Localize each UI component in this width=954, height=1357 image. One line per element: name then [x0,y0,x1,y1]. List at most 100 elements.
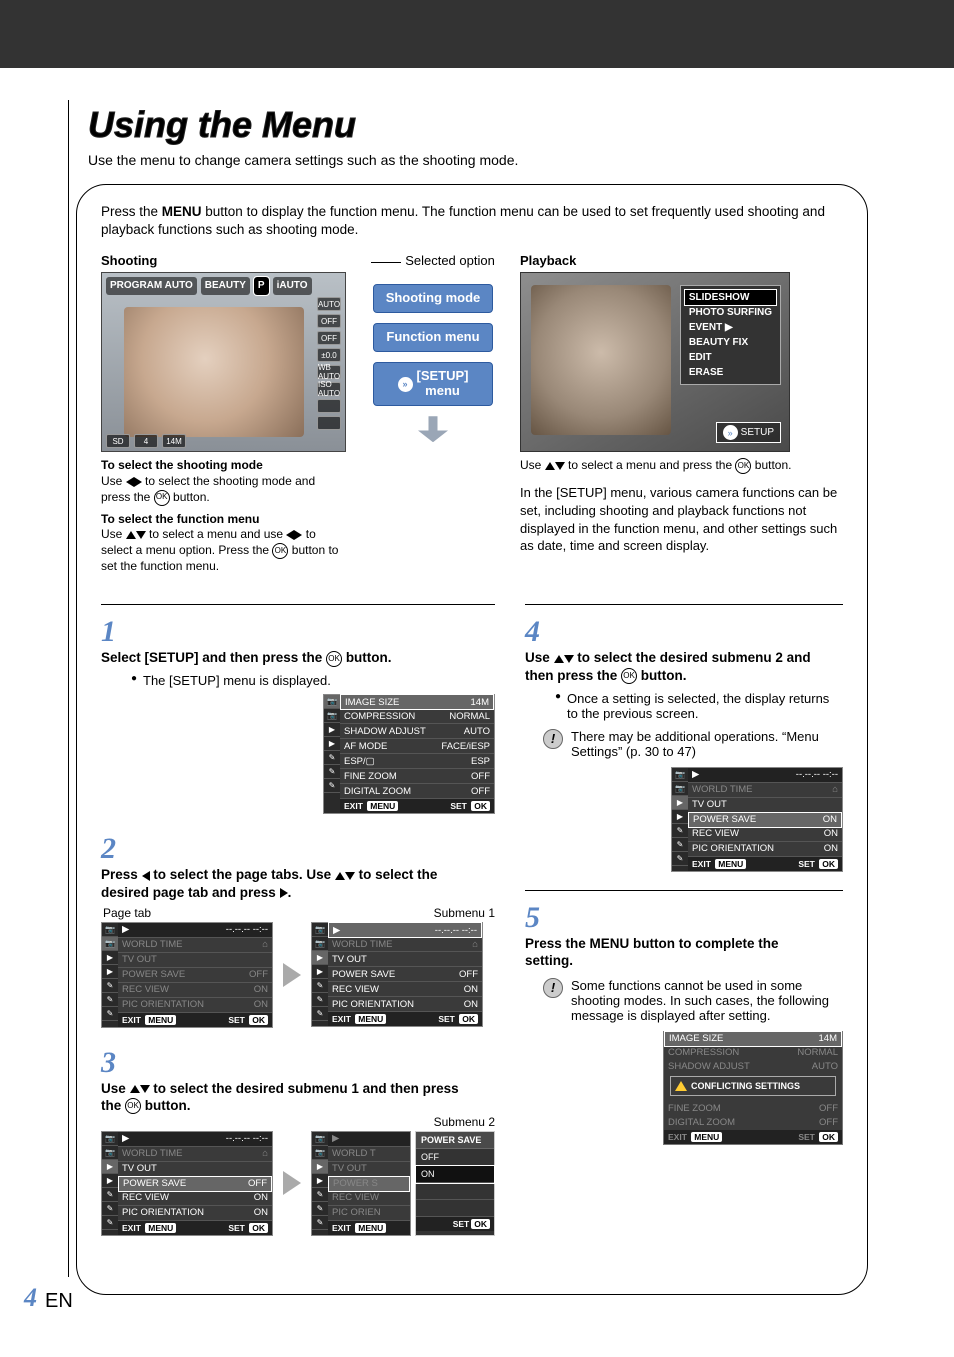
step-1: 1 Select [SETUP] and then press the OK b… [101,615,495,814]
step-5-num: 5 [525,901,551,935]
tab-icon: 📷 [324,695,340,709]
help-shoot: To select the shooting mode Use to selec… [101,458,346,505]
right-icon-stack: AUTO OFF OFF ±0.0 WB AUTO ISO AUTO [317,297,341,430]
ri-auto: AUTO [317,297,341,311]
ri-exp: ±0.0 [317,348,341,362]
setup-paragraph: In the [SETUP] menu, various camera func… [520,484,843,554]
pb-photo-surfing: PHOTO SURFING [685,305,776,320]
step-4: 4 Use to select the desired submenu 2 an… [525,615,843,871]
bottom-sd-icon: SD [106,434,130,448]
mid-column: Selected option Shooting mode Function m… [368,253,498,574]
help-playback: Use to select a menu and press the OK bu… [520,458,843,474]
setup-ring-icon: » [398,377,413,392]
header-band [0,0,954,68]
ok-icon: OK [272,543,288,559]
ok-icon: OK [125,1098,141,1114]
arrow-right-icon [283,1171,301,1195]
page-number: 4 EN [24,1283,73,1313]
bottom-size: 14M [162,434,186,448]
menu-image-3a: 📷📷▶▶✎✎✎ ▶--.--.-- --:-- WORLD TIME⌂ TV O… [101,1131,273,1236]
step-2-num: 2 [101,832,127,866]
steps-right: 4 Use to select the desired submenu 2 an… [525,596,843,1253]
tri-up-icon [554,655,564,663]
ok-icon: OK [735,458,751,474]
pb-beauty-fix: BEAUTY FIX [685,335,776,350]
tri-right-icon [280,888,288,898]
ri-off1: OFF [317,314,341,328]
steps-left: 1 Select [SETUP] and then press the OK b… [101,596,495,1253]
tri-right-icon [134,477,142,487]
tri-up-icon [130,1085,140,1093]
submenu2-label: Submenu 2 [103,1115,495,1129]
outer-box: Press the MENU button to display the fun… [76,184,868,1295]
ri-blank1 [317,399,341,413]
step-1-num: 1 [101,615,127,649]
popup-header: POWER SAVE [416,1132,494,1149]
playback-label: Playback [520,253,843,268]
step-5: 5 Press the MENU button to complete the … [525,901,843,1145]
ri-blank2 [317,416,341,430]
setup-ring-icon: » [723,425,738,440]
mode-program: PROGRAM AUTO [106,277,197,295]
arrow-right-icon [283,963,301,987]
top-description: Press the MENU button to display the fun… [101,203,843,239]
ok-icon: OK [326,651,342,667]
ri-wb: WB AUTO [317,365,341,379]
step-3: 3 Use to select the desired submenu 1 an… [101,1046,495,1236]
playback-column: Playback SLIDESHOW PHOTO SURFING EVENT ▶… [520,253,843,574]
mode-beauty: BEAUTY [201,277,250,295]
bottom-count: 4 [134,434,158,448]
step-2: 2 Press to select the page tabs. Use to … [101,832,495,1027]
page-title: Using the Menu [88,104,904,146]
pb-slideshow: SLIDESHOW [685,290,776,305]
playback-menu: SLIDESHOW PHOTO SURFING EVENT ▶ BEAUTY F… [680,285,781,385]
power-save-popup: POWER SAVE OFF ON SET OK [415,1131,495,1236]
playback-lcd: SLIDESHOW PHOTO SURFING EVENT ▶ BEAUTY F… [520,272,790,452]
help-fn: To select the function menu Use to selec… [101,512,346,575]
page: Using the Menu Use the menu to change ca… [0,0,954,1357]
shooting-mode-box: Shooting mode [373,284,493,313]
step-4-num: 4 [525,615,551,649]
submenu1-label: Submenu 1 [434,906,495,920]
tri-down-icon [555,462,565,470]
mode-bar: PROGRAM AUTO BEAUTY P iAUTO [106,277,341,295]
mode-p-selected: P [254,277,269,295]
step-4-note: ! There may be additional operations. “M… [543,729,843,759]
warning-icon [675,1081,687,1091]
pb-erase: ERASE [685,365,776,380]
tri-left-icon [286,530,294,540]
tri-up-icon [545,462,555,470]
step-1-bullet: The [SETUP] menu is displayed. [131,673,495,688]
menu-image-4: 📷📷▶▶✎✎✎ ▶--.--.-- --:-- WORLD TIME⌂ TV O… [671,767,843,872]
info-icon: ! [543,729,563,749]
playback-image [531,285,671,435]
function-menu-box: Function menu [373,323,493,352]
ri-iso: ISO AUTO [317,382,341,396]
shooting-column: Shooting PROGRAM AUTO BEAUTY P iAUTO AUT… [101,253,346,574]
tri-down-icon [140,1085,150,1093]
viewfinder-image [124,307,304,437]
step-5-note: ! Some functions cannot be used in some … [543,978,843,1023]
conflict-menu: IMAGE SIZE14M COMPRESSIONNORMAL SHADOW A… [663,1031,843,1145]
selected-option-label: Selected option [371,253,495,268]
shooting-lcd: PROGRAM AUTO BEAUTY P iAUTO AUTO OFF OFF… [101,272,346,452]
step-4-bullet: Once a setting is selected, the display … [555,691,843,721]
ri-off2: OFF [317,331,341,345]
tri-down-icon [345,872,355,880]
intro-text: Use the menu to change camera settings s… [88,152,904,168]
mode-iauto: iAUTO [273,277,312,295]
menu-image-2b: 📷📷▶▶✎✎✎ ▶--.--.-- --:-- WORLD TIME⌂ TV O… [311,922,483,1027]
shooting-label: Shooting [101,253,346,268]
menu-image-2a: 📷📷▶▶✎✎✎ ▶--.--.-- --:-- WORLD TIME⌂ TV O… [101,922,273,1028]
menu-image-1: 📷📷▶▶✎✎✎ IMAGE SIZE14M COMPRESSIONNORMAL … [323,694,495,814]
pb-setup-button: »SETUP [716,422,781,443]
tri-left-icon [126,477,134,487]
ok-icon: OK [154,490,170,506]
tri-down-icon [136,531,146,539]
page-tab-label: Page tab [103,906,151,920]
arrow-down-icon [418,416,448,442]
pb-edit: EDIT [685,350,776,365]
tri-up-icon [335,872,345,880]
ok-icon: OK [621,668,637,684]
tri-down-icon [564,655,574,663]
